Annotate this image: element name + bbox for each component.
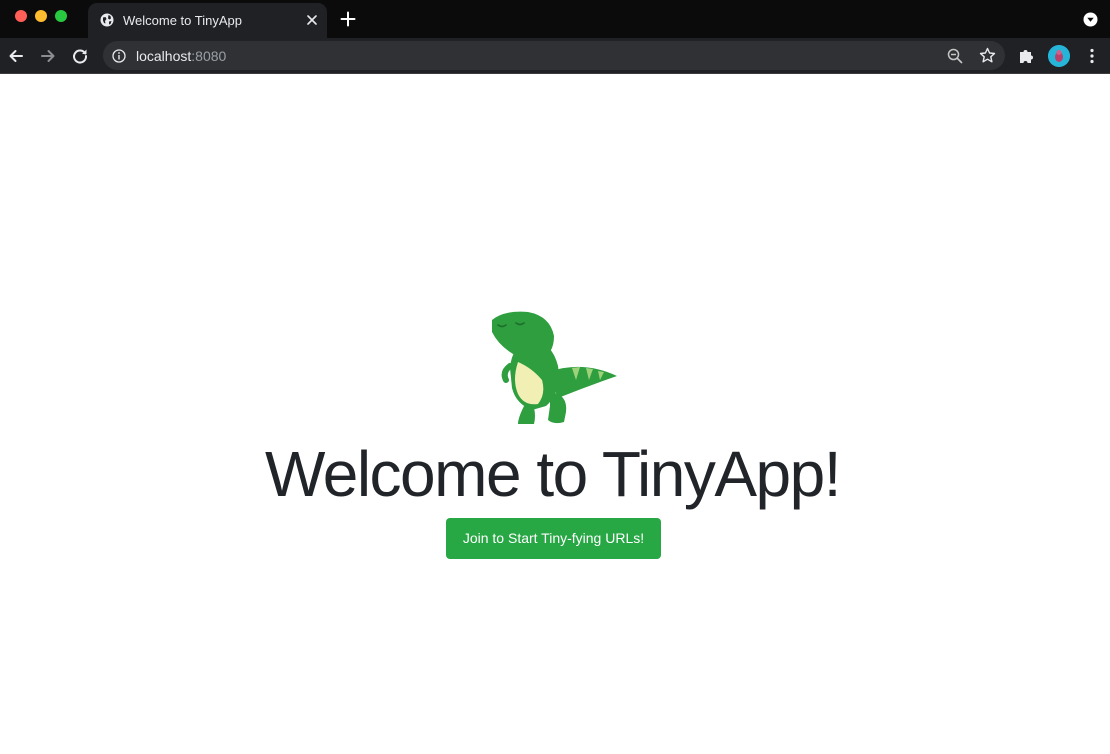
join-button[interactable]: Join to Start Tiny-fying URLs! xyxy=(446,518,661,559)
url-port: :8080 xyxy=(191,48,227,64)
forward-arrow-icon[interactable] xyxy=(39,47,57,65)
profile-avatar[interactable] xyxy=(1048,45,1070,67)
browser-titlebar: Welcome to TinyApp xyxy=(0,0,1110,38)
bookmark-star-icon[interactable] xyxy=(979,47,996,64)
url-host: localhost xyxy=(136,48,192,64)
window-close-button[interactable] xyxy=(15,10,27,22)
tab-search-dropdown-icon[interactable] xyxy=(1083,12,1098,27)
dinosaur-icon xyxy=(492,311,617,424)
browser-tab-active[interactable]: Welcome to TinyApp xyxy=(88,3,327,38)
close-tab-icon[interactable] xyxy=(305,13,319,27)
url-text[interactable]: localhost:8080 xyxy=(136,48,226,64)
window-minimize-button[interactable] xyxy=(35,10,47,22)
globe-icon xyxy=(100,13,114,27)
page-content: Welcome to TinyApp! Join to Start Tiny-f… xyxy=(0,74,1110,754)
browser-toolbar: localhost:8080 xyxy=(0,38,1110,74)
extensions-puzzle-icon[interactable] xyxy=(1017,47,1035,65)
page-title: Welcome to TinyApp! xyxy=(264,438,842,510)
profile-avatar-icon xyxy=(1048,45,1070,67)
window-maximize-button[interactable] xyxy=(55,10,67,22)
address-bar[interactable]: localhost:8080 xyxy=(103,41,1005,70)
zoom-out-icon[interactable] xyxy=(947,48,963,64)
back-arrow-icon[interactable] xyxy=(7,47,25,65)
new-tab-plus-icon[interactable] xyxy=(340,11,356,27)
tab-title: Welcome to TinyApp xyxy=(123,13,242,28)
reload-icon[interactable] xyxy=(71,47,89,65)
more-menu-icon[interactable] xyxy=(1083,47,1101,65)
site-info-icon[interactable] xyxy=(112,49,126,63)
